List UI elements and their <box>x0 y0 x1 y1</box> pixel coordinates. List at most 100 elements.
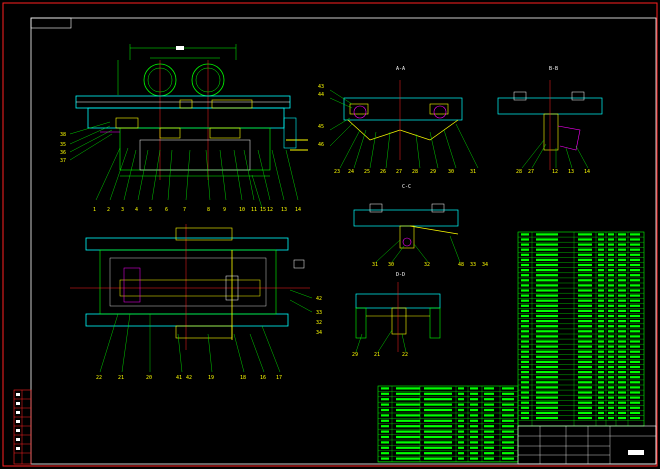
front-left-label: 36 <box>60 150 66 156</box>
table-cell-mark <box>521 258 529 261</box>
table-cell-mark <box>381 408 389 412</box>
table-cell-mark <box>618 396 626 399</box>
table-cell-mark <box>608 248 614 251</box>
table-cell-mark <box>381 430 389 433</box>
table-cell-mark <box>578 299 592 302</box>
front-view-label: 6 <box>165 207 168 213</box>
table-cell-mark <box>536 289 558 292</box>
table-cell-mark <box>536 355 558 358</box>
table-cell-mark <box>484 425 494 428</box>
table-cell-mark <box>608 238 614 241</box>
left-revision-strip <box>13 389 32 465</box>
table-cell-mark <box>578 309 592 312</box>
table-cell-mark <box>618 345 626 348</box>
top-view-label: 19 <box>208 375 214 381</box>
table-cell-mark <box>578 289 592 292</box>
table-cell-mark <box>630 401 640 404</box>
table-cell-mark <box>630 406 640 409</box>
table-cell-mark <box>484 392 494 395</box>
table-cell-mark <box>381 387 389 390</box>
table-cell-mark <box>536 279 558 282</box>
table-cell-mark <box>521 269 529 272</box>
table-cell-mark <box>578 238 592 241</box>
table-cell-mark <box>484 403 494 406</box>
section-a-label: 28 <box>412 169 418 175</box>
table-cell-mark <box>458 414 464 417</box>
table-cell-mark <box>598 360 604 363</box>
table-cell-mark <box>618 325 626 328</box>
table-cell-mark <box>618 406 626 409</box>
table-cell-mark <box>470 441 478 444</box>
front-view-label: 9 <box>223 207 226 213</box>
table-cell-mark <box>470 398 478 401</box>
table-cell-mark <box>521 371 529 374</box>
table-cell-mark <box>396 387 420 390</box>
table-cell-mark <box>381 414 389 417</box>
section-b-label: 14 <box>584 169 590 175</box>
table-cell-mark <box>608 314 614 318</box>
table-cell-mark <box>598 279 604 282</box>
table-cell-mark <box>396 403 420 406</box>
table-cell-mark <box>458 446 464 449</box>
top-view-right-label: 32 <box>316 320 322 326</box>
table-cell-mark <box>578 345 592 348</box>
table-cell-mark <box>458 392 464 395</box>
table-cell-mark <box>630 248 640 251</box>
table-cell-mark <box>521 411 529 414</box>
section-d-label: 21 <box>374 352 380 358</box>
table-cell-mark <box>502 430 514 433</box>
front-view-label: 15 <box>260 207 266 213</box>
table-cell-mark <box>484 430 494 433</box>
table-cell-mark <box>424 452 452 455</box>
section-a-label: 31 <box>470 169 476 175</box>
table-cell-mark <box>536 345 558 348</box>
table-cell-mark <box>630 304 640 307</box>
table-cell-mark <box>598 340 604 343</box>
table-cell-mark <box>458 387 464 390</box>
table-cell-mark <box>630 411 640 414</box>
table-cell-mark <box>608 330 614 333</box>
table-cell-mark <box>578 391 592 394</box>
table-cell-mark <box>521 335 529 338</box>
table-cell-mark <box>521 330 529 333</box>
table-cell-mark <box>521 360 529 363</box>
table-cell-mark <box>578 406 592 409</box>
table-cell-mark <box>608 406 614 409</box>
table-cell-mark <box>608 320 614 323</box>
table-cell-mark <box>536 248 558 251</box>
table-cell-mark <box>598 248 604 251</box>
table-cell-mark <box>521 243 529 246</box>
table-cell-mark <box>381 392 389 395</box>
table-cell-mark <box>578 284 592 287</box>
part-number-labels: A-A B-BC-CD-D1 2 3 4 5 6 7 8 9 10 11 12 13 14153835363… <box>60 0 640 460</box>
table-cell-mark <box>536 360 558 363</box>
section-c-label: 31 <box>372 262 378 268</box>
table-cell-mark <box>598 309 604 312</box>
table-cell-mark <box>608 309 614 312</box>
front-view-label: 1 <box>93 207 96 213</box>
table-cell-mark <box>521 320 529 323</box>
table-cell-mark <box>521 416 529 420</box>
table-cell-mark <box>630 386 640 389</box>
table-cell-mark <box>521 304 529 307</box>
front-left-label: 35 <box>60 142 66 148</box>
table-cell-mark <box>578 233 592 236</box>
table-cell-mark <box>458 425 464 428</box>
table-cell-mark <box>521 309 529 312</box>
section-title-b: B-B <box>549 66 558 72</box>
table-cell-mark <box>608 391 614 394</box>
section-b-label: 28 <box>516 169 522 175</box>
table-cell-mark <box>618 248 626 251</box>
top-view-right-label: 34 <box>316 330 322 336</box>
table-cell-mark <box>598 238 604 241</box>
table-cell-mark <box>630 258 640 261</box>
table-cell-mark <box>484 414 494 417</box>
table-cell-mark <box>424 414 452 417</box>
top-view-label: 16 <box>260 375 266 381</box>
top-view-right-label: 33 <box>316 310 322 316</box>
table-cell-mark <box>608 340 614 343</box>
table-cell-mark <box>424 425 452 428</box>
front-view-label: 7 <box>183 207 186 213</box>
table-cell-mark <box>630 335 640 338</box>
table-cell-mark <box>502 435 514 439</box>
